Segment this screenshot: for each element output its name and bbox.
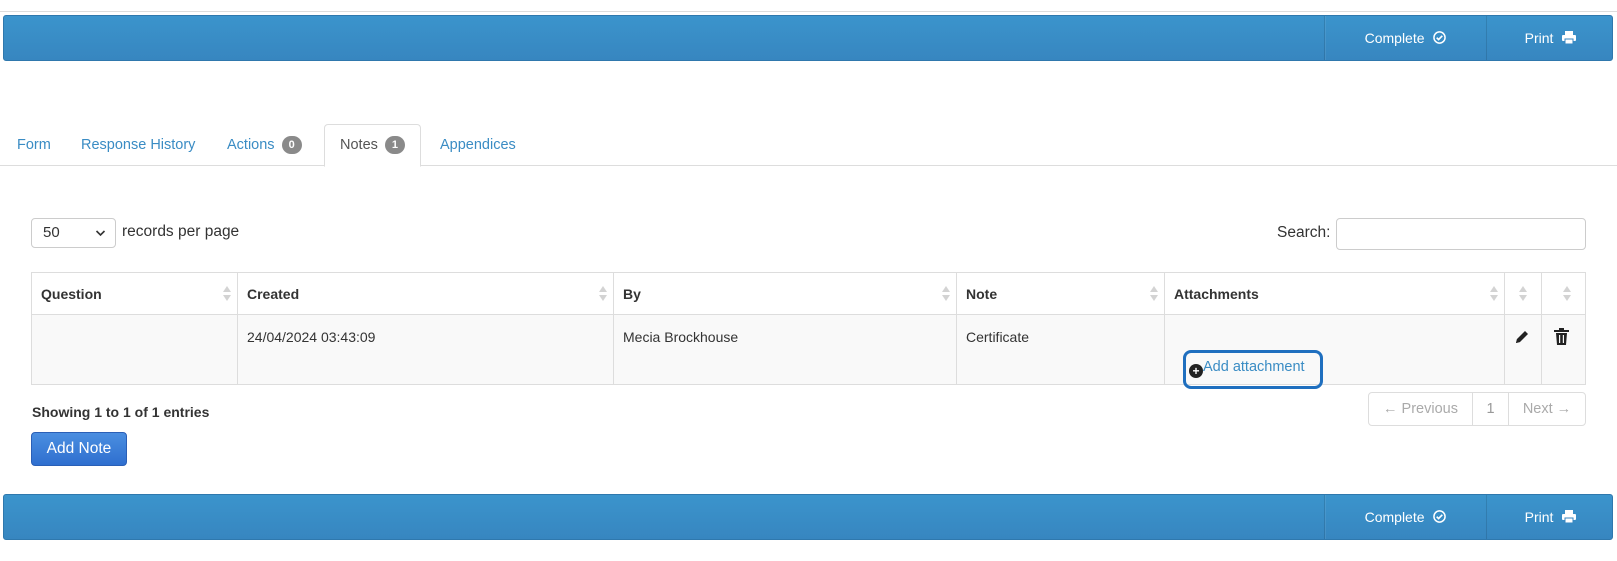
add-note-button[interactable]: Add Note (31, 432, 127, 466)
cell-note: Certificate (957, 315, 1165, 384)
notes-table: Question Created By Note Attachments 24/… (31, 272, 1586, 385)
cell-text: 24/04/2024 03:43:09 (247, 329, 376, 345)
page-number-button[interactable]: 1 (1473, 393, 1509, 425)
complete-label: Complete (1364, 30, 1425, 46)
tab-notes[interactable]: Notes 1 (324, 124, 422, 167)
column-header-edit[interactable] (1505, 273, 1542, 314)
column-header-note[interactable]: Note (957, 273, 1165, 314)
tab-appendices[interactable]: Appendices (425, 124, 531, 166)
sort-icon (942, 286, 950, 302)
column-title: Attachments (1174, 286, 1259, 302)
table-info: Showing 1 to 1 of 1 entries (32, 404, 210, 420)
top-divider (0, 11, 1617, 12)
add-attachment-link[interactable]: + Add attachment (1183, 350, 1323, 389)
count-badge: 0 (281, 136, 302, 154)
cell-text: Mecia Brockhouse (623, 329, 739, 345)
print-button[interactable]: Print (1486, 495, 1614, 539)
search-input[interactable] (1336, 218, 1586, 250)
tab-label: Form (17, 137, 51, 153)
complete-button[interactable]: Complete (1324, 495, 1486, 539)
search-label: Search: (1277, 224, 1331, 241)
column-title: Created (247, 286, 300, 302)
pencil-icon[interactable] (1514, 329, 1532, 347)
sort-icon (1490, 286, 1498, 302)
column-header-question[interactable]: Question (32, 273, 238, 314)
print-label: Print (1524, 30, 1554, 46)
printer-icon (1562, 496, 1577, 540)
column-header-attachments[interactable]: Attachments (1165, 273, 1505, 314)
count-badge: 1 (384, 136, 406, 154)
tab-actions[interactable]: Actions 0 (212, 124, 317, 166)
previous-page-button[interactable]: ← Previous (1369, 393, 1473, 425)
column-title: Note (966, 286, 998, 302)
table-header: Question Created By Note Attachments (32, 273, 1585, 315)
check-circle-icon (1433, 17, 1447, 61)
tab-form[interactable]: Form (2, 124, 66, 166)
page-length-value: 50 (43, 224, 60, 241)
table-row: 24/04/2024 03:43:09 Mecia Brockhouse Cer… (32, 315, 1585, 384)
page-length-select[interactable]: 50 (31, 218, 116, 248)
cell-question (32, 315, 238, 384)
sort-icon (1563, 286, 1571, 302)
cell-delete (1542, 315, 1585, 384)
cell-text: Certificate (966, 329, 1030, 345)
tab-label: Response History (81, 137, 196, 153)
top-toolbar: Complete Print (3, 15, 1613, 61)
next-page-button[interactable]: Next → (1509, 393, 1585, 425)
page-length-label: records per page (122, 223, 240, 240)
sort-icon (1150, 286, 1158, 302)
printer-icon (1562, 17, 1577, 61)
cell-by: Mecia Brockhouse (614, 315, 957, 384)
tab-bar: Form Response History Actions 0 Notes 1 … (0, 124, 1617, 167)
chevron-down-icon (95, 219, 106, 258)
check-circle-icon (1433, 496, 1447, 540)
complete-label: Complete (1364, 509, 1425, 525)
column-title: Question (41, 286, 102, 302)
bottom-toolbar: Complete Print (3, 494, 1613, 540)
tab-label: Actions (227, 137, 275, 153)
column-header-created[interactable]: Created (238, 273, 614, 314)
tab-label: Appendices (440, 137, 516, 153)
print-button[interactable]: Print (1486, 16, 1614, 60)
cell-created: 24/04/2024 03:43:09 (238, 315, 614, 384)
plus-circle-icon: + (1189, 364, 1203, 378)
print-label: Print (1524, 509, 1554, 525)
tab-label: Notes (340, 137, 378, 153)
add-attachment-label: Add attachment (1203, 359, 1305, 375)
sort-icon (223, 286, 231, 302)
tab-response-history[interactable]: Response History (66, 124, 210, 166)
trash-icon[interactable] (1554, 328, 1572, 346)
pagination: ← Previous 1 Next → (1368, 392, 1586, 426)
cell-edit (1505, 315, 1542, 384)
sort-icon (1519, 286, 1527, 302)
column-header-delete[interactable] (1542, 273, 1585, 314)
sort-icon (599, 286, 607, 302)
column-title: By (623, 286, 641, 302)
column-header-by[interactable]: By (614, 273, 957, 314)
complete-button[interactable]: Complete (1324, 16, 1486, 60)
